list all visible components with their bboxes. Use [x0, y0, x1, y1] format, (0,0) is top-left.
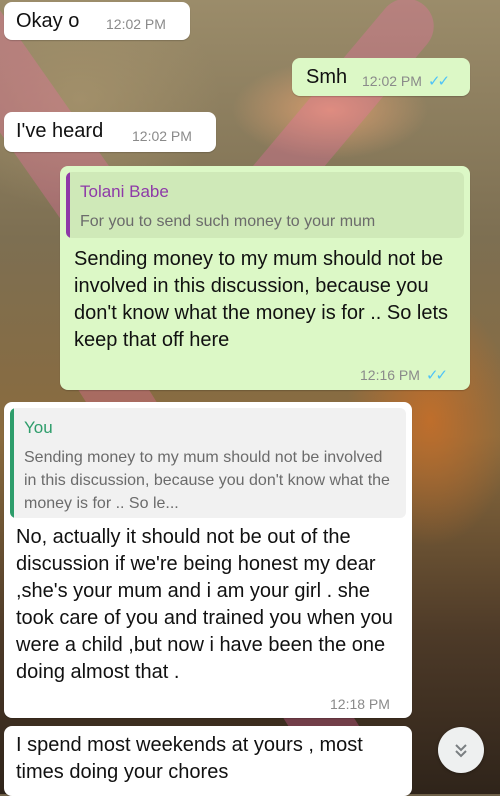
message-time: 12:16 PM ✓✓ — [360, 367, 448, 384]
scroll-to-bottom-button[interactable] — [438, 727, 484, 773]
message-text: No, actually it should not be out of the… — [16, 526, 393, 683]
quote-sender-name: You — [24, 418, 53, 437]
message-time: 12:18 PM — [330, 696, 390, 712]
quoted-message[interactable]: You Sending money to my mum should not b… — [10, 408, 406, 518]
message-text: Sending money to my mum should not be in… — [74, 248, 449, 351]
outgoing-message[interactable]: Smh 12:02 PM ✓✓ — [292, 58, 470, 96]
message-text: Smh — [306, 66, 348, 88]
message-time: 12:02 PM — [132, 128, 192, 144]
incoming-message[interactable]: You Sending money to my mum should not b… — [4, 402, 412, 718]
message-time: 12:02 PM — [106, 16, 166, 32]
quote-accent-bar — [10, 408, 14, 518]
message-text: I've heard — [16, 120, 104, 142]
quoted-message[interactable]: Tolani Babe For you to send such money t… — [66, 172, 464, 238]
message-time: 12:02 PM ✓✓ — [362, 73, 450, 90]
message-text: Okay o — [16, 10, 80, 32]
quote-text: For you to send such money to your mum — [80, 213, 376, 230]
outgoing-message[interactable]: Tolani Babe For you to send such money t… — [60, 166, 470, 390]
quote-sender-name: Tolani Babe — [80, 182, 169, 201]
quote-accent-bar — [66, 172, 70, 238]
quote-text: Sending money to my mum should not be in… — [24, 449, 390, 512]
message-text: I spend most weekends at yours , most ti… — [16, 734, 363, 783]
double-check-icon: ✓✓ — [425, 367, 448, 384]
double-check-icon: ✓✓ — [427, 73, 450, 90]
incoming-message[interactable]: Okay o 12:02 PM — [4, 2, 190, 40]
incoming-message[interactable]: I spend most weekends at yours , most ti… — [4, 726, 412, 796]
chevron-double-down-icon — [455, 744, 467, 758]
incoming-message[interactable]: I've heard 12:02 PM — [4, 112, 216, 152]
